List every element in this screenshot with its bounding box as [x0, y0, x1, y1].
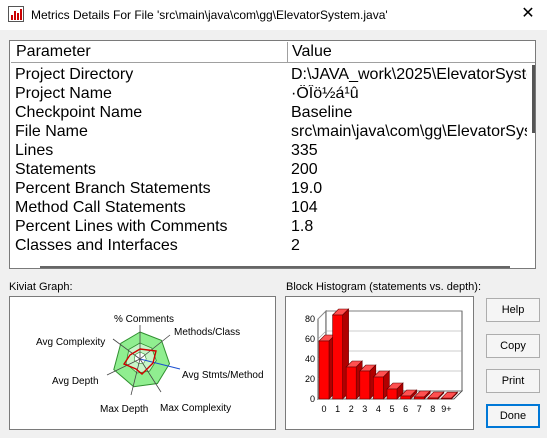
table-row[interactable]: Percent Branch Statements 19.0 — [10, 180, 535, 199]
kiviat-graph-label: Kiviat Graph: — [9, 281, 73, 293]
kiviat-axis-label: Max Depth — [100, 404, 148, 415]
value-cell: D:\JAVA_work\2025\ElevatorSyste — [291, 66, 527, 83]
histogram-x-tick: 5 — [389, 404, 394, 414]
done-button[interactable]: Done — [486, 404, 540, 428]
table-row[interactable]: Project Name ·ÖÎö½á¹û — [10, 85, 535, 104]
histogram-y-tick: 60 — [305, 334, 315, 344]
parameter-cell: Percent Lines with Comments — [15, 218, 228, 235]
value-cell: Baseline — [291, 104, 353, 121]
parameter-cell: Lines — [15, 142, 54, 159]
kiviat-axis-label: % Comments — [114, 314, 174, 325]
print-button[interactable]: Print — [486, 369, 540, 393]
value-cell: 1.8 — [291, 218, 314, 235]
copy-button[interactable]: Copy — [486, 334, 540, 358]
value-cell: ·ÖÎö½á¹û — [291, 85, 359, 102]
table-row[interactable]: Lines 335 — [10, 142, 535, 161]
value-cell: 335 — [291, 142, 318, 159]
parameter-cell: Method Call Statements — [15, 199, 186, 216]
kiviat-axis-label: Avg Depth — [52, 376, 99, 387]
window-title: Metrics Details For File 'src\main\java\… — [31, 8, 388, 22]
parameter-cell: Statements — [15, 161, 96, 178]
parameter-cell: Project Name — [15, 85, 112, 102]
table-row[interactable]: Project Directory D:\JAVA_work\2025\Elev… — [10, 66, 535, 85]
table-row[interactable]: File Name src\main\java\com\gg\ElevatorS… — [10, 123, 535, 142]
column-header-parameter[interactable]: Parameter — [16, 43, 91, 61]
histogram-bar — [359, 370, 371, 400]
parameter-cell: File Name — [15, 123, 88, 140]
kiviat-axis-label: Methods/Class — [174, 327, 240, 338]
histogram-chart: 806040200 0 1 2 3 4 5 6 7 8 9+ — [305, 308, 463, 414]
value-cell: 2 — [291, 237, 300, 254]
histogram-bar — [386, 388, 398, 400]
table-row[interactable]: Checkpoint Name Baseline — [10, 104, 535, 123]
histogram-y-tick: 40 — [305, 354, 315, 364]
histogram-x-tick: 3 — [362, 404, 367, 414]
column-header-value[interactable]: Value — [292, 43, 332, 61]
histogram-bar — [373, 376, 384, 400]
histogram-x-tick: 4 — [376, 404, 381, 414]
parameter-cell: Classes and Interfaces — [15, 237, 178, 254]
value-cell: src\main\java\com\gg\ElevatorSyst — [291, 123, 527, 140]
histogram-bar — [413, 396, 425, 400]
value-cell: 200 — [291, 161, 318, 178]
histogram-x-tick: 2 — [349, 404, 354, 414]
vertical-scroll-thumb[interactable] — [532, 65, 535, 133]
table-row[interactable]: Method Call Statements 104 — [10, 199, 535, 218]
metrics-table: Parameter Value Project Directory D:\JAV… — [9, 40, 536, 269]
table-row[interactable]: Percent Lines with Comments 1.8 — [10, 218, 535, 237]
parameter-cell: Percent Branch Statements — [15, 180, 211, 197]
histogram-x-tick: 6 — [403, 404, 408, 414]
title-bar: Metrics Details For File 'src\main\java\… — [0, 0, 547, 30]
histogram-y-tick: 20 — [305, 374, 315, 384]
table-header: Parameter Value — [11, 42, 535, 63]
histogram-y-tick: 80 — [305, 314, 315, 324]
histogram-x-tick: 7 — [417, 404, 422, 414]
kiviat-axis-label: Avg Stmts/Method — [182, 370, 264, 381]
kiviat-axis-label: Max Complexity — [160, 403, 231, 414]
kiviat-axis-label: Avg Complexity — [36, 337, 105, 348]
close-icon[interactable]: ✕ — [515, 3, 541, 25]
histogram-x-tick: 1 — [335, 404, 340, 414]
histogram-bar — [400, 395, 411, 400]
histogram-bar — [332, 314, 343, 400]
parameter-cell: Project Directory — [15, 66, 134, 83]
kiviat-chart: % Comments Methods/Class Avg Stmts/Metho… — [36, 314, 264, 415]
histogram-x-tick: 9+ — [441, 404, 451, 414]
help-button[interactable]: Help — [486, 298, 540, 322]
column-divider[interactable] — [287, 42, 288, 62]
vertical-scrollbar[interactable] — [529, 65, 535, 133]
block-histogram-label: Block Histogram (statements vs. depth): — [286, 281, 482, 293]
histogram-x-tick: 0 — [321, 404, 326, 414]
histogram-x-tick: 8 — [430, 404, 435, 414]
parameter-cell: Checkpoint Name — [15, 104, 143, 121]
histogram-bar — [441, 397, 452, 400]
metrics-app-icon — [8, 6, 24, 22]
value-cell: 19.0 — [291, 180, 323, 197]
block-histogram: 80 60 40 20 0 0 1 2 3 4 5 6 7 8 9+ — [285, 296, 474, 430]
horizontal-scrollbar[interactable] — [40, 266, 510, 268]
value-cell: 104 — [291, 199, 318, 216]
histogram-bar — [345, 366, 357, 400]
histogram-bar — [427, 397, 439, 400]
histogram-bar — [318, 340, 330, 400]
table-row[interactable]: Statements 200 — [10, 161, 535, 180]
kiviat-graph: % Comments Methods/Class Avg Stmts/Metho… — [9, 296, 276, 430]
histogram-y-tick: 0 — [310, 394, 315, 404]
table-row[interactable]: Classes and Interfaces 2 — [10, 237, 535, 256]
